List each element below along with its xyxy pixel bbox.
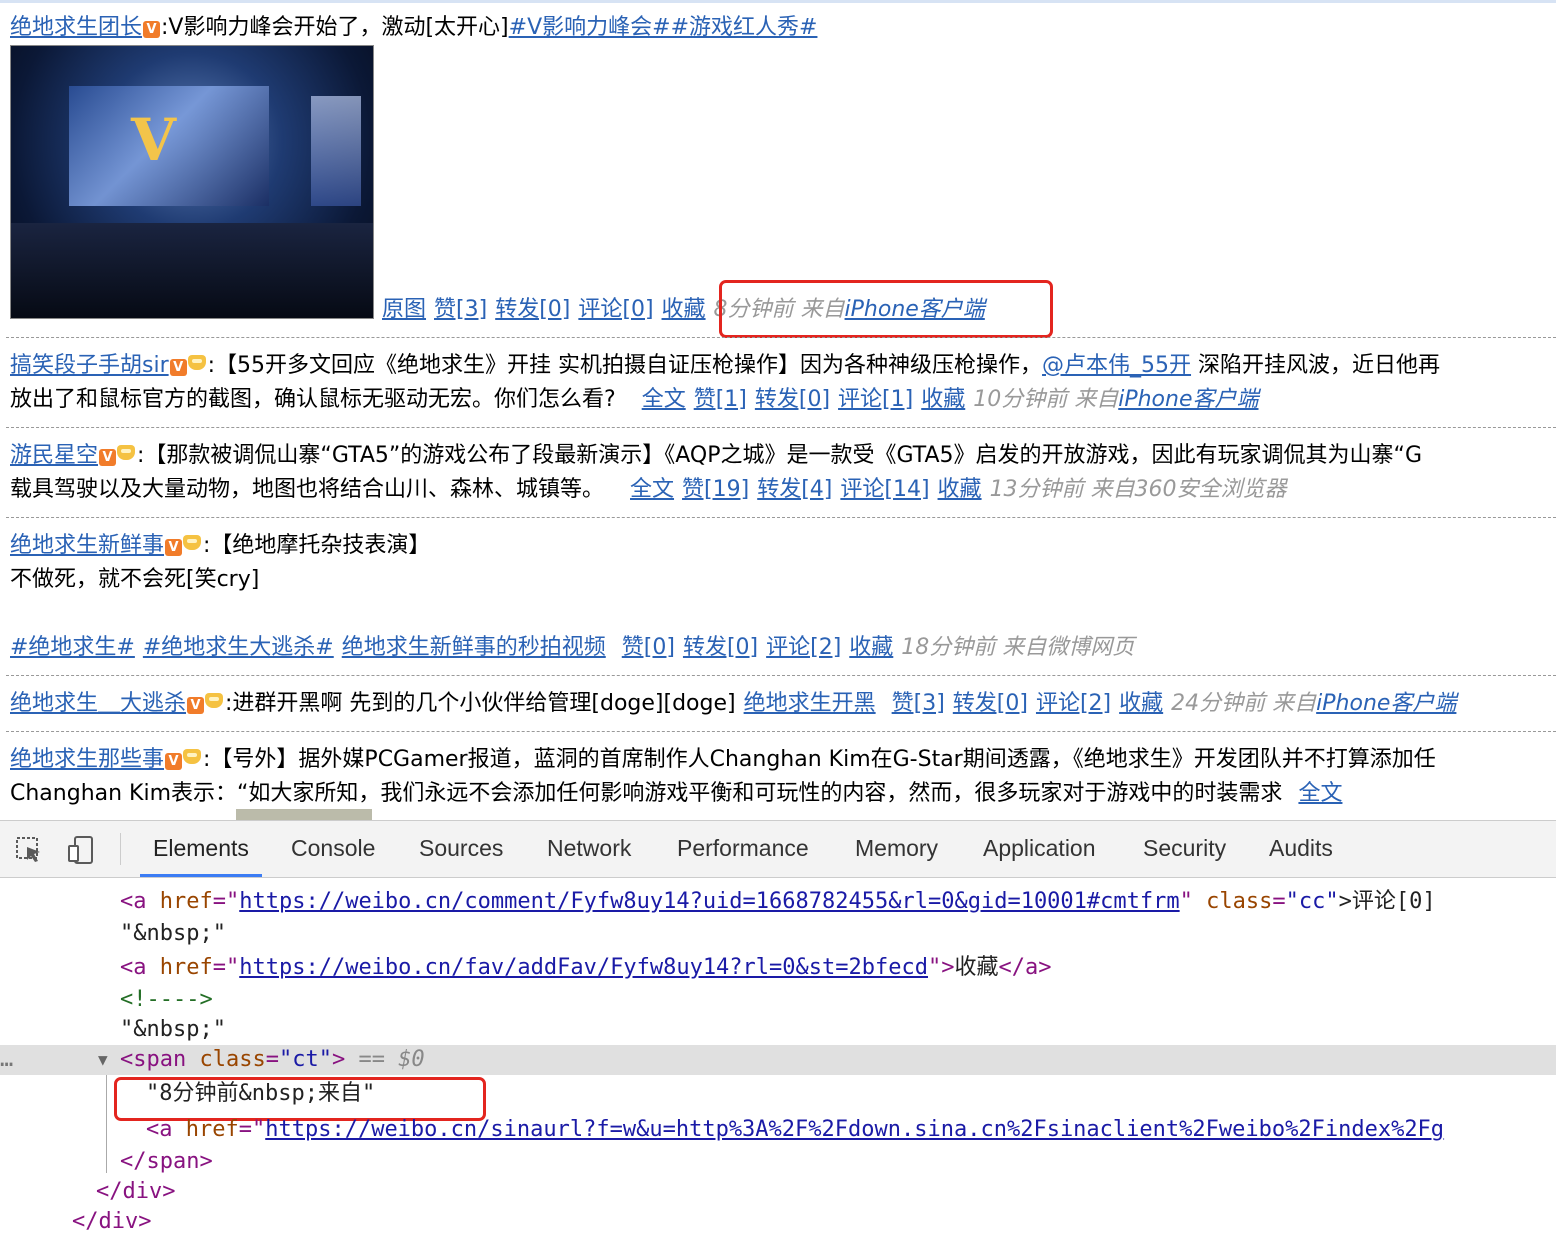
comment-link[interactable]: 评论[2]	[1036, 691, 1111, 716]
device-toolbar-icon[interactable]	[66, 835, 96, 865]
favorite-link[interactable]: 收藏	[1119, 691, 1163, 716]
dom-node-comment-link[interactable]: <a href="https://weibo.cn/comment/Fyfw8u…	[120, 887, 1436, 917]
tab-memory[interactable]: Memory	[855, 821, 938, 877]
source-link[interactable]: iPhone客户端	[1316, 691, 1456, 716]
crown-icon	[183, 535, 202, 550]
full-text-link[interactable]: 全文	[630, 477, 674, 502]
like-link[interactable]: 赞[3]	[434, 297, 487, 322]
weibo-feed: 绝地求生团长 V:V影响力峰会开始了，激动[太开心]#V影响力峰会##游戏红人秀#…	[0, 0, 1556, 820]
post-3: 游民星空 V:【那款被调侃山寨“GTA5”的游戏公布了段最新演示】《AQP之城》是…	[10, 443, 1422, 502]
v-badge-icon: V	[99, 449, 117, 466]
dom-text-node[interactable]: "&nbsp;"	[120, 919, 226, 949]
v-badge-icon: V	[165, 753, 183, 770]
crown-icon	[205, 693, 224, 708]
post-4: 绝地求生新鲜事 V:【绝地摩托杂技表演】 不做死，就不会死[笑cry] #绝地求生…	[10, 533, 1135, 660]
favorite-link[interactable]: 收藏	[849, 635, 893, 660]
v-badge-icon: V	[165, 539, 183, 556]
dom-close-div[interactable]: </div>	[96, 1177, 175, 1207]
tab-console[interactable]: Console	[291, 821, 375, 877]
video-link[interactable]: 绝地求生新鲜事的秒拍视频	[342, 635, 606, 660]
post-thumbnail[interactable]	[236, 809, 372, 820]
dom-tree: <a href="https://weibo.cn/comment/Fyfw8u…	[0, 877, 1556, 1247]
comment-link[interactable]: 评论[14]	[840, 477, 929, 502]
tab-security[interactable]: Security	[1143, 821, 1226, 877]
v-badge-icon: V	[169, 359, 187, 376]
post-time: 13分钟前 来自360安全浏览器	[989, 477, 1287, 502]
highlight-box	[719, 280, 1053, 338]
expand-triangle-icon[interactable]: ▼	[98, 1045, 108, 1075]
repost-link[interactable]: 转发[4]	[757, 477, 832, 502]
dom-close-span[interactable]: </span>	[120, 1147, 213, 1177]
author-link[interactable]: 绝地求生那些事	[10, 747, 164, 772]
inspect-element-icon[interactable]	[14, 835, 44, 865]
author-link[interactable]: 游民星空	[10, 443, 98, 468]
tab-performance[interactable]: Performance	[677, 821, 809, 877]
post-6: 绝地求生那些事 V:【号外】据外媒PCGamer报道，蓝洞的首席制作人Changh…	[10, 747, 1436, 806]
author-link[interactable]: 绝地求生＿大逃杀	[10, 691, 186, 716]
full-text-link[interactable]: 全文	[642, 387, 686, 412]
comment-link[interactable]: 评论[1]	[838, 387, 913, 412]
divider	[6, 517, 1556, 518]
post-5: 绝地求生＿大逃杀 V:进群开黑啊 先到的几个小伙伴给管理[doge][doge] 绝…	[10, 691, 1457, 716]
v-badge-icon: V	[187, 697, 205, 714]
v-badge-icon: V	[143, 21, 161, 38]
dom-text-node[interactable]: "&nbsp;"	[120, 1015, 226, 1045]
dom-comment-node[interactable]: <!---->	[120, 985, 213, 1015]
source-link[interactable]: iPhone客户端	[1118, 387, 1258, 412]
repost-link[interactable]: 转发[0]	[495, 297, 570, 322]
tab-sources[interactable]: Sources	[419, 821, 503, 877]
repost-link[interactable]: 转发[0]	[683, 635, 758, 660]
group-link[interactable]: 绝地求生开黑	[744, 691, 876, 716]
crown-icon	[117, 445, 136, 460]
fav-url[interactable]: https://weibo.cn/fav/addFav/Fyfw8uy14?rl…	[239, 955, 928, 980]
like-link[interactable]: 赞[1]	[694, 387, 747, 412]
devtools-tab-bar: Elements Console Sources Network Perform…	[0, 821, 1556, 878]
mention-link[interactable]: @卢本伟_55开	[1042, 353, 1191, 378]
post-text: :V影响力峰会开始了，激动[太开心]	[161, 15, 509, 40]
dom-node-source-link[interactable]: <a href="https://weibo.cn/sinaurl?f=w&u=…	[146, 1115, 1444, 1145]
devtools-panel: Elements Console Sources Network Perform…	[0, 820, 1556, 1247]
divider	[6, 427, 1556, 428]
repost-link[interactable]: 转发[0]	[755, 387, 830, 412]
source-url[interactable]: https://weibo.cn/sinaurl?f=w&u=http%3A%2…	[265, 1117, 1444, 1142]
post-1: 绝地求生团长 V:V影响力峰会开始了，激动[太开心]#V影响力峰会##游戏红人秀#	[10, 11, 1556, 45]
post-2: 搞笑段子手胡sir V:【55开多文回应《绝地求生》开挂 实机拍摄自证压枪操作】因…	[10, 353, 1441, 412]
dom-close-div[interactable]: </div>	[72, 1207, 151, 1237]
topic-link[interactable]: #V影响力峰会##游戏红人秀#	[509, 15, 818, 40]
tab-audits[interactable]: Audits	[1269, 821, 1333, 877]
post-photo[interactable]: V	[10, 45, 374, 319]
favorite-link[interactable]: 收藏	[662, 297, 706, 322]
original-image-link[interactable]: 原图	[382, 297, 426, 322]
post-time: 24分钟前 来自iPhone客户端	[1171, 691, 1457, 716]
dom-node-fav-link[interactable]: <a href="https://weibo.cn/fav/addFav/Fyf…	[120, 953, 1051, 983]
comment-link[interactable]: 评论[2]	[766, 635, 841, 660]
author-link[interactable]: 绝地求生团长	[10, 15, 142, 40]
crown-icon	[187, 355, 206, 370]
tab-elements[interactable]: Elements	[140, 821, 262, 877]
like-link[interactable]: 赞[0]	[622, 635, 675, 660]
more-icon[interactable]: …	[0, 1045, 13, 1075]
author-link[interactable]: 搞笑段子手胡sir	[10, 353, 169, 378]
topic-link[interactable]: #绝地求生大逃杀#	[143, 635, 334, 660]
like-link[interactable]: 赞[19]	[682, 477, 749, 502]
topic-link[interactable]: #绝地求生#	[10, 635, 135, 660]
comment-url[interactable]: https://weibo.cn/comment/Fyfw8uy14?uid=1…	[239, 889, 1179, 914]
author-link[interactable]: 绝地求生新鲜事	[10, 533, 164, 558]
comment-link[interactable]: 评论[0]	[578, 297, 653, 322]
divider	[6, 731, 1556, 732]
repost-link[interactable]: 转发[0]	[953, 691, 1028, 716]
favorite-link[interactable]: 收藏	[938, 477, 982, 502]
crown-icon	[183, 749, 202, 764]
tab-application[interactable]: Application	[983, 821, 1096, 877]
divider	[6, 337, 1556, 338]
post-time: 18分钟前 来自微博网页	[901, 635, 1135, 660]
favorite-link[interactable]: 收藏	[921, 387, 965, 412]
full-text-link[interactable]: 全文	[1298, 781, 1342, 806]
post-time: 10分钟前 来自iPhone客户端	[973, 387, 1259, 412]
tab-network[interactable]: Network	[547, 821, 631, 877]
dom-node-span-ct[interactable]: <span class="ct"> == $0	[120, 1045, 425, 1075]
like-link[interactable]: 赞[3]	[892, 691, 945, 716]
divider	[6, 675, 1556, 676]
